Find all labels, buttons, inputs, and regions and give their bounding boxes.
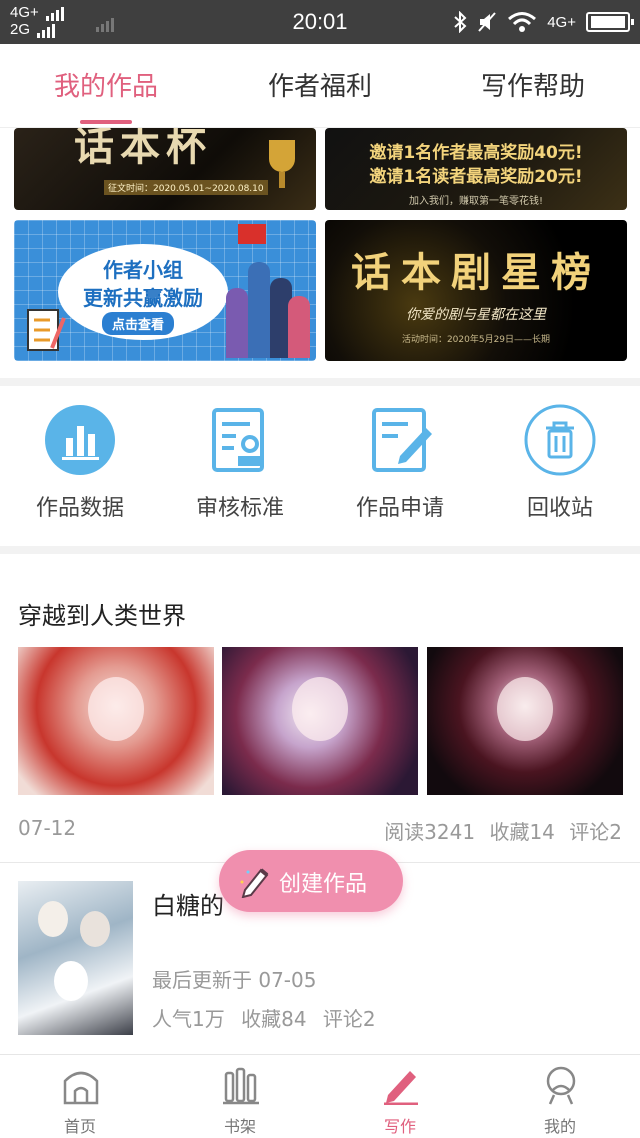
work-favorite-count-2: 收藏84 — [241, 1007, 307, 1031]
action-work-data-label: 作品数据 — [35, 496, 124, 521]
work-image-3[interactable] — [427, 647, 623, 795]
work-stats: 阅读3241 收藏14 评论2 — [376, 816, 622, 845]
pencil-icon — [240, 868, 269, 898]
status-right-group: 4G+ — [453, 8, 634, 36]
flag-icon — [238, 224, 266, 244]
action-review-standard[interactable]: 审核标准 — [160, 404, 320, 522]
nav-home[interactable]: 首页 — [0, 1055, 160, 1138]
review-standard-icon — [204, 404, 276, 476]
checklist-icon — [27, 309, 66, 351]
tab-my-works[interactable]: 我的作品 — [6, 66, 206, 103]
work-cover-image[interactable] — [18, 881, 133, 1035]
network-label-3: 4G+ — [547, 13, 576, 31]
work-last-updated: 最后更新于 07-05 — [152, 968, 317, 992]
action-work-apply-label: 作品申请 — [355, 496, 444, 521]
trash-icon — [524, 404, 596, 476]
banner-group-view-button[interactable]: 点击查看 — [102, 312, 175, 335]
tab-underline — [80, 120, 132, 124]
banner-invite-line1: 邀请1名作者最高奖励40元! — [369, 143, 583, 163]
banner-invite-line2: 邀请1名读者最高奖励20元! — [369, 167, 583, 187]
create-work-label: 创建作品 — [279, 872, 368, 897]
banner-star-subtitle: 你爱的剧与星都在这里 — [406, 307, 546, 323]
banner-group-line2: 更新共赢激励 — [83, 286, 203, 310]
banner-invite-footer: 加入我们，赚取第一笔零花钱! — [408, 196, 543, 207]
nav-profile[interactable]: 我的 — [480, 1055, 640, 1138]
section-divider-2 — [0, 546, 640, 554]
illustration-figure — [88, 677, 144, 741]
tab-writing-help[interactable]: 写作帮助 — [433, 66, 633, 103]
bluetooth-icon — [454, 11, 467, 33]
work-date: 07-12 — [18, 816, 77, 840]
nav-profile-label: 我的 — [543, 1117, 576, 1136]
work-comment-count-2: 评论2 — [322, 1007, 376, 1031]
banner-contest-subtitle: 征文时间：2020.05.01~2020.08.10 — [104, 180, 268, 195]
top-tabs: 我的作品 作者福利 写作帮助 — [0, 44, 640, 128]
banner-contest[interactable]: 话本杯 征文时间：2020.05.01~2020.08.10 — [14, 128, 316, 210]
banner-invite[interactable]: 邀请1名作者最高奖励40元! 邀请1名读者最高奖励20元! 加入我们，赚取第一笔… — [325, 128, 627, 210]
work-image-1[interactable] — [18, 647, 214, 795]
nav-write-label: 写作 — [383, 1117, 416, 1136]
mute-icon — [478, 12, 496, 32]
battery-icon — [586, 12, 634, 32]
nav-write[interactable]: 写作 — [320, 1055, 480, 1138]
bottom-nav: 首页 书架 写作 我的 — [0, 1054, 640, 1138]
wifi-icon — [508, 12, 537, 32]
banner-star-footer: 活动时间：2020年5月29日——长期 — [401, 335, 551, 345]
status-bar: 4G+ 2G 20:01 4G+ — [0, 0, 640, 44]
banner-star-list[interactable]: 话本剧星榜 你爱的剧与星都在这里 活动时间：2020年5月29日——长期 — [325, 220, 627, 361]
illustration-figure — [497, 677, 553, 741]
action-work-apply[interactable]: 作品申请 — [320, 404, 480, 522]
banner-star-title: 话本剧星榜 — [351, 249, 601, 296]
write-icon — [384, 1071, 418, 1105]
work-title-2[interactable]: 白糖的 — [152, 886, 224, 921]
apply-edit-icon — [364, 404, 436, 476]
work-stats-2: 人气1万 收藏84 评论2 — [152, 1003, 386, 1032]
illustration-figure — [292, 677, 348, 741]
trophy-icon — [269, 140, 295, 188]
work-favorite-count: 收藏14 — [489, 820, 555, 844]
home-icon — [63, 1071, 99, 1105]
banner-author-group[interactable]: 作者小组 更新共赢激励 点击查看 — [14, 220, 316, 361]
work-popularity: 人气1万 — [152, 1007, 225, 1031]
work-image-2[interactable] — [222, 647, 418, 795]
nav-bookshelf[interactable]: 书架 — [160, 1055, 320, 1138]
nav-home-label: 首页 — [63, 1117, 96, 1136]
profile-icon — [546, 1066, 576, 1105]
bar-chart-icon — [44, 404, 116, 476]
work-comment-count: 评论2 — [569, 820, 622, 844]
action-review-standard-label: 审核标准 — [195, 496, 284, 521]
nav-bookshelf-label: 书架 — [223, 1117, 256, 1136]
tab-author-benefits[interactable]: 作者福利 — [220, 66, 420, 103]
cartoon-figures — [222, 250, 310, 358]
action-work-data[interactable]: 作品数据 — [0, 404, 160, 522]
banner-group-line1: 作者小组 — [103, 258, 183, 282]
section-divider — [0, 378, 640, 386]
banner-contest-title: 话本杯 — [74, 128, 212, 170]
create-work-button[interactable]: 创建作品 — [219, 850, 403, 912]
action-recycle-bin[interactable]: 回收站 — [480, 404, 640, 522]
work-read-count: 阅读3241 — [384, 820, 476, 844]
work-title[interactable]: 穿越到人类世界 — [18, 596, 186, 631]
bookshelf-icon — [223, 1067, 259, 1105]
action-recycle-bin-label: 回收站 — [526, 496, 593, 521]
